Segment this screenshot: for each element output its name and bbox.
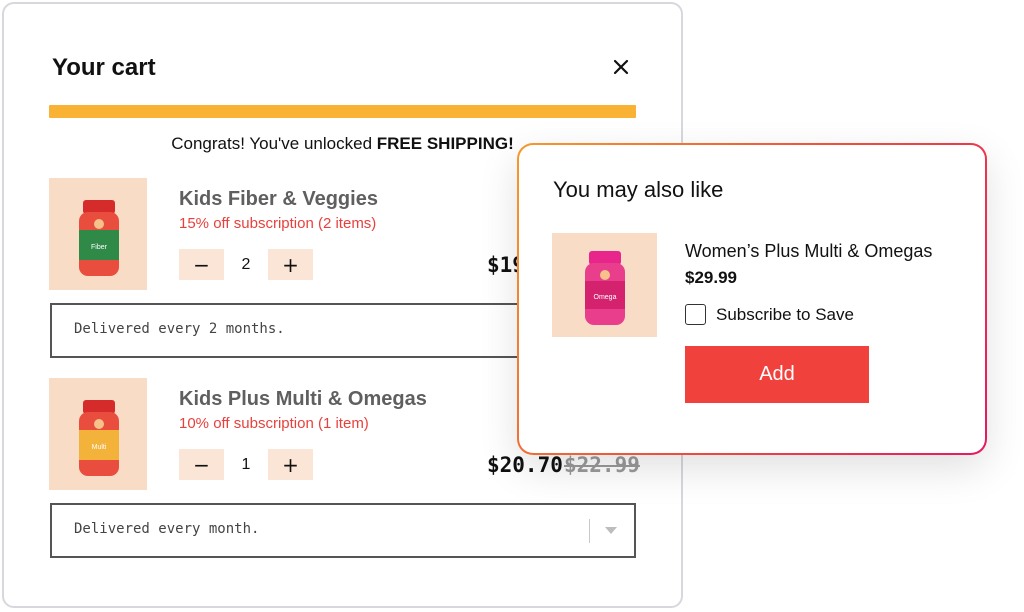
congrats-text: Congrats! You've unlocked xyxy=(171,134,377,153)
subscribe-label[interactable]: Subscribe to Save xyxy=(716,305,854,325)
svg-text:Fiber: Fiber xyxy=(91,244,108,251)
item-original-price: $22.99 xyxy=(564,453,640,477)
decrease-quantity-button[interactable]: − xyxy=(179,249,224,280)
upsell-card-body: You may also like Omega Women’s Plus Mul… xyxy=(519,145,985,453)
upsell-card: You may also like Omega Women’s Plus Mul… xyxy=(517,143,987,455)
svg-text:Omega: Omega xyxy=(594,294,617,301)
upsell-title: You may also like xyxy=(553,177,724,202)
upsell-product-name[interactable]: Women’s Plus Multi & Omegas xyxy=(685,241,932,262)
upsell-product-image[interactable]: Omega xyxy=(552,233,657,337)
item-discount: 10% off subscription (1 item) xyxy=(179,415,369,432)
close-button[interactable] xyxy=(608,54,634,80)
decrease-quantity-button[interactable]: − xyxy=(179,449,224,480)
item-price: $20.70 xyxy=(487,453,563,477)
svg-text:Multi: Multi xyxy=(92,444,107,451)
select-divider xyxy=(589,519,590,543)
increase-quantity-button[interactable]: + xyxy=(268,249,313,280)
shipping-progress-bar xyxy=(49,105,636,118)
quantity-value: 2 xyxy=(241,256,251,273)
gummy-bottle-icon: Omega xyxy=(585,251,625,325)
item-name[interactable]: Kids Plus Multi & Omegas xyxy=(179,388,427,411)
close-icon xyxy=(613,59,629,75)
increase-quantity-button[interactable]: + xyxy=(268,449,313,480)
add-to-cart-button[interactable]: Add xyxy=(685,346,869,403)
gummy-bottle-icon: Multi xyxy=(79,400,119,476)
delivery-frequency-value: Delivered every month. xyxy=(74,521,260,537)
chevron-down-icon[interactable] xyxy=(605,527,617,534)
product-image-kids-plus-multi-omegas[interactable]: Multi xyxy=(49,378,147,490)
gummy-bottle-icon: Fiber xyxy=(79,200,119,276)
free-shipping-label: FREE SHIPPING! xyxy=(376,134,514,153)
product-image-kids-fiber-veggies[interactable]: Fiber xyxy=(49,178,147,290)
cart-title: Your cart xyxy=(52,54,156,81)
upsell-product-price: $29.99 xyxy=(685,268,737,287)
delivery-frequency-select[interactable]: Delivered every month. xyxy=(50,503,636,558)
subscribe-checkbox[interactable] xyxy=(685,304,706,325)
item-discount: 15% off subscription (2 items) xyxy=(179,215,377,232)
quantity-value: 1 xyxy=(241,456,251,473)
item-name[interactable]: Kids Fiber & Veggies xyxy=(179,188,378,211)
delivery-frequency-value: Delivered every 2 months. xyxy=(74,321,285,337)
